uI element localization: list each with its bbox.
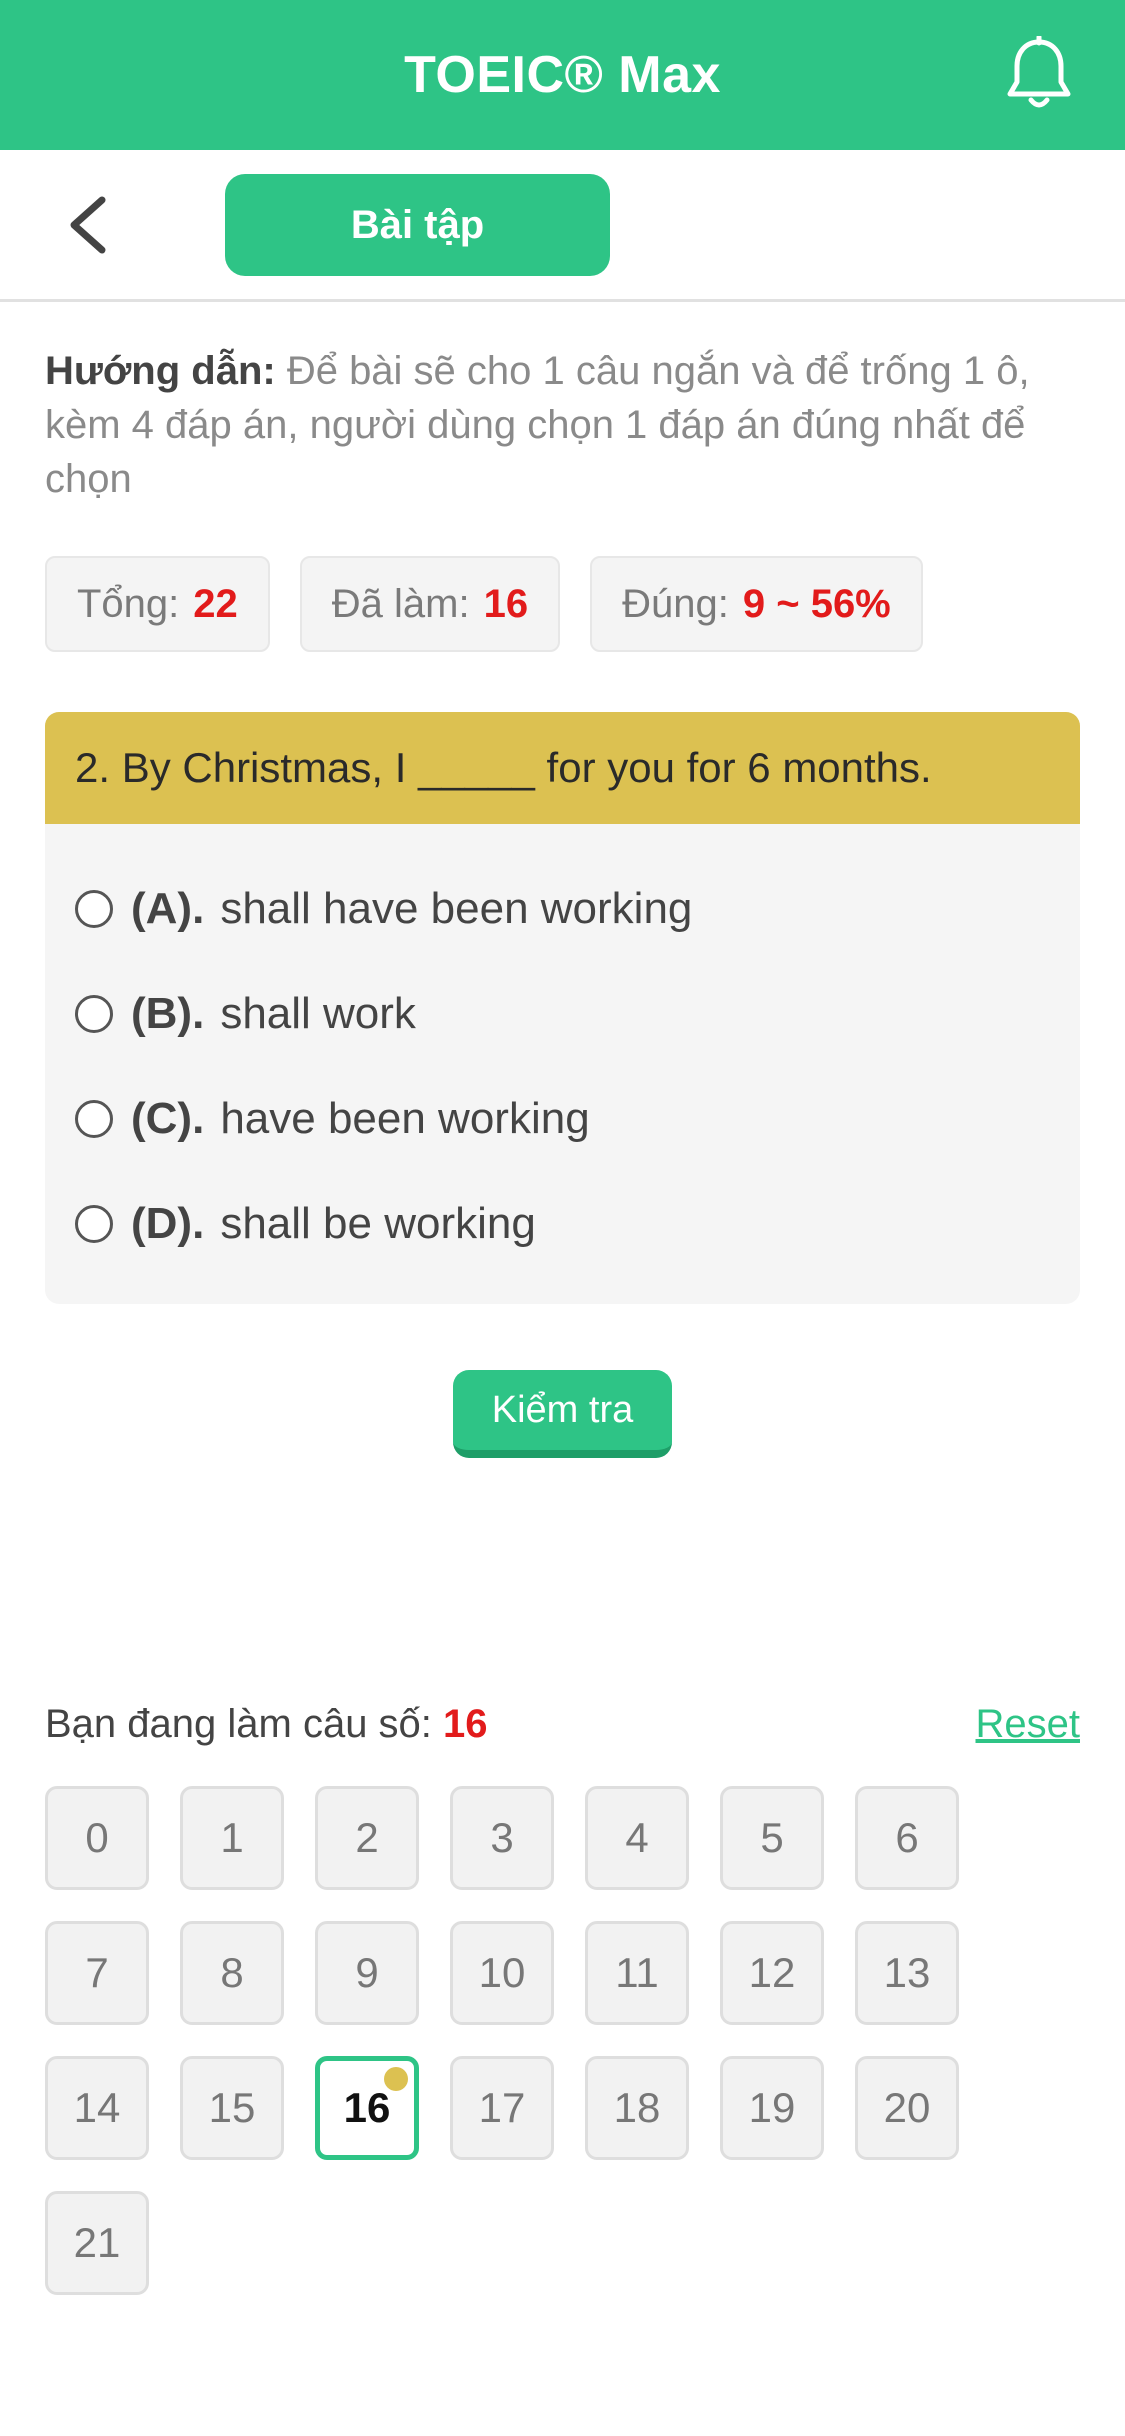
option-d-text: shall be working [220, 1199, 536, 1248]
question-number-button[interactable]: 11 [585, 1921, 689, 2025]
exercise-tab-button[interactable]: Bài tập [225, 174, 610, 276]
stat-done: Đã làm: 16 [299, 556, 561, 652]
stat-total: Tổng: 22 [45, 556, 270, 652]
option-c-letter: (C). [131, 1094, 205, 1143]
check-button[interactable]: Kiểm tra [453, 1370, 672, 1458]
stats-row: Tổng: 22 Đã làm: 16 Đúng: 9 ~ 56% [45, 556, 923, 652]
option-b-letter: (B). [131, 989, 205, 1038]
question-number-button[interactable]: 16 [315, 2056, 419, 2160]
option-a-text: shall have been working [220, 884, 693, 933]
question-card: 2. By Christmas, I _____ for you for 6 m… [45, 712, 1080, 1304]
question-number-button[interactable]: 15 [180, 2056, 284, 2160]
question-number-button[interactable]: 0 [45, 1786, 149, 1890]
option-a-letter: (A). [131, 884, 205, 933]
option-c[interactable]: (C). have been working [75, 1094, 590, 1144]
question-number-grid: 0 1 2 3 4 5 6 7 8 9 10 11 12 13 14 15 16 17 18 19 20 21 [45, 1786, 1085, 2295]
stat-total-value: 22 [193, 581, 238, 626]
option-b-text: shall work [220, 989, 416, 1038]
progress-label-text: Bạn đang làm câu số: [45, 1702, 432, 1746]
stat-done-label: Đã làm: [331, 581, 470, 626]
toolbar: Bài tập [0, 150, 1125, 302]
question-number-button[interactable]: 20 [855, 2056, 959, 2160]
progress-label: Bạn đang làm câu số: 16 [45, 1702, 488, 1747]
question-number-button[interactable]: 3 [450, 1786, 554, 1890]
stat-correct: Đúng: 9 ~ 56% [590, 556, 923, 652]
question-number-button[interactable]: 14 [45, 2056, 149, 2160]
option-d[interactable]: (D). shall be working [75, 1199, 536, 1249]
question-number-button[interactable]: 1 [180, 1786, 284, 1890]
app-header: TOEIC® Max [0, 0, 1125, 150]
stat-total-label: Tổng: [77, 581, 180, 626]
current-indicator-dot [384, 2067, 408, 2091]
radio-b[interactable] [75, 995, 113, 1033]
question-number-button[interactable]: 13 [855, 1921, 959, 2025]
bell-icon[interactable] [1005, 36, 1073, 112]
reset-link[interactable]: Reset [976, 1702, 1081, 1747]
radio-c[interactable] [75, 1100, 113, 1138]
question-number-button[interactable]: 9 [315, 1921, 419, 2025]
progress-current: 16 [443, 1702, 488, 1746]
question-text: 2. By Christmas, I _____ for you for 6 m… [45, 712, 1080, 824]
app: TOEIC® Max Bài tập Hướng dẫn: Để bài sẽ … [0, 0, 1125, 2436]
app-title: TOEIC® Max [404, 46, 721, 104]
question-number-button[interactable]: 8 [180, 1921, 284, 2025]
option-d-letter: (D). [131, 1199, 205, 1248]
stat-correct-label: Đúng: [622, 581, 729, 626]
option-a[interactable]: (A). shall have been working [75, 884, 692, 934]
question-number-button[interactable]: 6 [855, 1786, 959, 1890]
radio-d[interactable] [75, 1205, 113, 1243]
question-number-button[interactable]: 4 [585, 1786, 689, 1890]
stat-correct-value: 9 ~ 56% [742, 581, 891, 626]
question-number-button[interactable]: 18 [585, 2056, 689, 2160]
question-number-button[interactable]: 10 [450, 1921, 554, 2025]
instructions-label: Hướng dẫn: [45, 349, 276, 393]
option-c-text: have been working [220, 1094, 590, 1143]
question-number-button[interactable]: 19 [720, 2056, 824, 2160]
question-number-button[interactable]: 12 [720, 1921, 824, 2025]
question-number-button[interactable]: 21 [45, 2191, 149, 2295]
back-arrow-icon[interactable] [60, 194, 116, 256]
question-number-button[interactable]: 7 [45, 1921, 149, 2025]
question-number-button[interactable]: 5 [720, 1786, 824, 1890]
instructions: Hướng dẫn: Để bài sẽ cho 1 câu ngắn và đ… [45, 344, 1085, 506]
radio-a[interactable] [75, 890, 113, 928]
option-b[interactable]: (B). shall work [75, 989, 416, 1039]
question-number-button[interactable]: 2 [315, 1786, 419, 1890]
stat-done-value: 16 [483, 581, 529, 626]
question-number-button[interactable]: 17 [450, 2056, 554, 2160]
